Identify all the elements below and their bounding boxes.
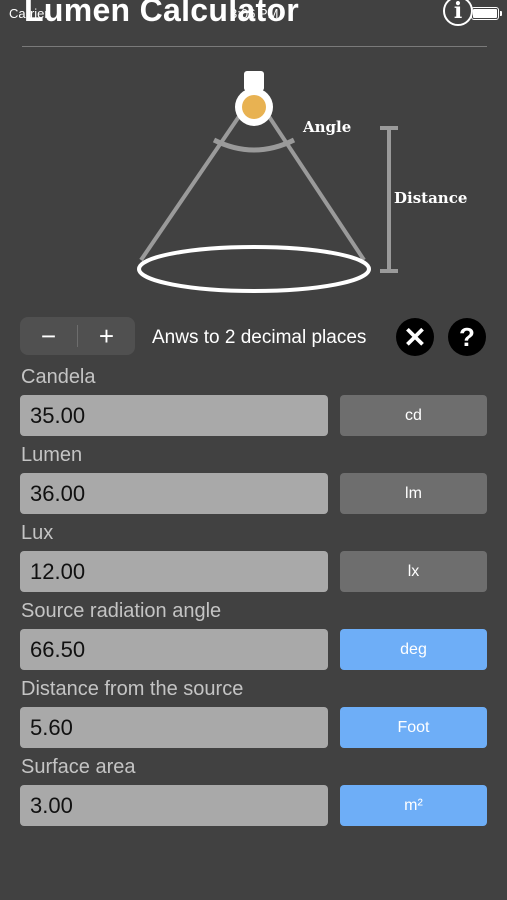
cone-left-edge	[139, 113, 242, 262]
cone-right-edge	[266, 113, 366, 262]
surface-area-input[interactable]: 3.00	[20, 785, 328, 826]
candela-label: Candela	[21, 366, 96, 388]
decimal-places-label: Anws to 2 decimal places	[152, 327, 367, 348]
page-title: Lumen Calculator	[24, 0, 300, 28]
increment-button[interactable]: +	[78, 317, 135, 355]
decrement-button[interactable]: −	[20, 317, 77, 355]
lux-unit-button[interactable]: lx	[340, 551, 487, 592]
candela-unit-button[interactable]: cd	[340, 395, 487, 436]
surface-ellipse	[137, 245, 371, 293]
bulb-icon	[242, 95, 266, 119]
info-icon[interactable]: i	[443, 0, 473, 26]
angle-unit-button[interactable]: deg	[340, 629, 487, 670]
angle-input[interactable]: 66.50	[20, 629, 328, 670]
lumen-unit-button[interactable]: lm	[340, 473, 487, 514]
header-divider	[22, 46, 487, 47]
candela-input[interactable]: 35.00	[20, 395, 328, 436]
distance-field-label: Distance from the source	[21, 678, 244, 700]
lamp-diagram: Angle Distance	[137, 71, 467, 293]
lux-input[interactable]: 12.00	[20, 551, 328, 592]
battery-icon	[471, 7, 502, 20]
clear-icon[interactable]: ✕	[396, 318, 434, 356]
distance-input[interactable]: 5.60	[20, 707, 328, 748]
surface-area-unit-button[interactable]: m²	[340, 785, 487, 826]
decimal-stepper[interactable]: − +	[20, 317, 135, 355]
angle-label: Angle	[302, 118, 351, 136]
distance-unit-button[interactable]: Foot	[340, 707, 487, 748]
question-icon[interactable]: ?	[448, 318, 486, 356]
surface-area-label: Surface area	[21, 756, 136, 778]
distance-label: Distance	[394, 189, 467, 207]
angle-arc	[212, 137, 296, 153]
lux-label: Lux	[21, 522, 54, 544]
lumen-input[interactable]: 36.00	[20, 473, 328, 514]
angle-field-label: Source radiation angle	[21, 600, 222, 622]
lumen-label: Lumen	[21, 444, 83, 466]
